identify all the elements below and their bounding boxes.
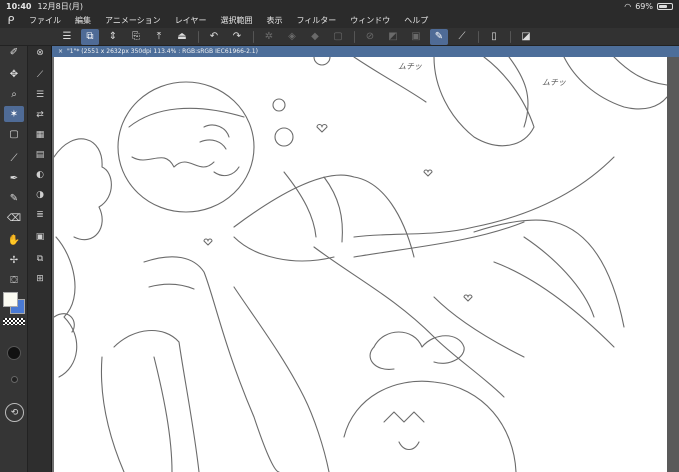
- status-right: ◠ 69%: [624, 2, 673, 11]
- menu-window[interactable]: ウィンドウ: [343, 15, 397, 26]
- smartphone-icon[interactable]: ▯: [485, 29, 503, 45]
- wifi-icon: ◠: [624, 1, 632, 11]
- fill-bucket-icon[interactable]: ⛋: [4, 272, 24, 288]
- hand-icon[interactable]: ✋: [4, 232, 24, 248]
- brush-size-large[interactable]: [7, 346, 21, 360]
- zoom-icon[interactable]: ⌕: [4, 86, 24, 102]
- menu-edit[interactable]: 編集: [68, 15, 98, 26]
- invert-selection-icon[interactable]: ◩: [384, 29, 402, 45]
- auto-select-icon[interactable]: ✶: [4, 106, 24, 122]
- menu-selection[interactable]: 選択範囲: [213, 15, 259, 26]
- undo-icon[interactable]: ↶: [205, 29, 223, 45]
- pen-settings-icon[interactable]: ✎: [430, 28, 448, 45]
- eyedropper-icon[interactable]: ⟋: [4, 150, 24, 166]
- brush-size-small[interactable]: [11, 376, 18, 383]
- clear-icon[interactable]: ✲: [260, 29, 278, 45]
- divider: [354, 30, 355, 43]
- pen-icon[interactable]: ✒: [4, 170, 24, 186]
- menu-view[interactable]: 表示: [259, 15, 289, 26]
- tool-property-icon[interactable]: ☰: [32, 88, 48, 102]
- divider: [253, 30, 254, 43]
- sketch-note: ムチッ: [398, 62, 422, 71]
- spinner-icon[interactable]: ⇕: [104, 29, 122, 45]
- select-draw-icon[interactable]: ▣: [407, 29, 425, 45]
- layer-property-icon[interactable]: ⧉: [81, 28, 99, 45]
- save-icon[interactable]: ⏏: [173, 29, 191, 45]
- new-document-icon[interactable]: ⎘: [127, 29, 145, 45]
- deselect-icon[interactable]: ⊘: [361, 29, 379, 45]
- menu-bar: ᑭ ファイル 編集 アニメーション レイヤー 選択範囲 表示 フィルター ウィン…: [0, 12, 679, 28]
- pencil-icon[interactable]: ✐: [4, 44, 24, 60]
- navigator-icon[interactable]: ▣: [32, 230, 48, 244]
- fill-icon[interactable]: ◈: [283, 29, 301, 45]
- menu-filter[interactable]: フィルター: [289, 15, 343, 26]
- document-tab[interactable]: × "1"* (2551 x 2632px 350dpi 113.4% : RG…: [52, 46, 679, 57]
- divider: [510, 30, 511, 43]
- command-bar: ☰ ⧉ ⇕ ⎘ ⤒ ⏏ ↶ ↷ ✲ ◈ ◆ ▢ ⊘ ◩ ▣ ✎ ⟋ ▯ ◪: [0, 28, 679, 46]
- transparent-color-swatch[interactable]: [3, 318, 25, 325]
- menu-animation[interactable]: アニメーション: [98, 15, 168, 26]
- divider: [198, 30, 199, 43]
- intermediate-color-icon[interactable]: ◐: [32, 168, 48, 182]
- close-palette-icon[interactable]: ⊗: [32, 46, 48, 60]
- color-history-icon[interactable]: ≣: [32, 208, 48, 222]
- vertical-scrollbar[interactable]: [667, 57, 679, 472]
- sketch-note: ムチッ: [542, 78, 566, 87]
- date: 12月8日(月): [37, 1, 83, 11]
- close-tab-icon[interactable]: ×: [58, 48, 63, 55]
- approximate-color-icon[interactable]: ◑: [32, 188, 48, 202]
- fit-screen-icon[interactable]: ◪: [517, 29, 535, 45]
- document-title: "1"* (2551 x 2632px 350dpi 113.4% : RGB:…: [67, 48, 258, 55]
- modifier-key-icon[interactable]: ⟲: [5, 403, 24, 422]
- layer-property-palette-icon[interactable]: ⊞: [32, 272, 48, 286]
- battery-percent: 69%: [635, 1, 653, 11]
- eraser-icon[interactable]: ⌫: [4, 210, 24, 226]
- transform-icon[interactable]: ◆: [306, 29, 324, 45]
- main-color-swatch[interactable]: [3, 292, 18, 307]
- move-icon[interactable]: ✥: [4, 66, 24, 82]
- canvas[interactable]: ムチッ ムチッ: [54, 57, 667, 472]
- selection-icon[interactable]: ▢: [4, 126, 24, 142]
- palette-bar: ⊗ ⟋ ☰ ⇄ ▦ ▤ ◐ ◑ ≣ ▣ ⧉ ⊞: [28, 46, 52, 472]
- figure-icon[interactable]: ✢: [4, 252, 24, 268]
- menu-file[interactable]: ファイル: [22, 15, 68, 26]
- menu-layer[interactable]: レイヤー: [168, 15, 214, 26]
- ruler-icon[interactable]: ⟋: [453, 29, 471, 45]
- open-file-icon[interactable]: ⤒: [150, 29, 168, 45]
- tool-palette: ✐ ✥ ⌕ ✶ ▢ ⟋ ✒ ✎ ⌫ ✋ ✢ ⛋ ⟲: [0, 46, 28, 472]
- redo-icon[interactable]: ↷: [228, 29, 246, 45]
- divider: [478, 30, 479, 43]
- color-circle-icon[interactable]: ▦: [32, 128, 48, 142]
- brush-size-palette-icon[interactable]: ⇄: [32, 108, 48, 122]
- sketch-drawing: [54, 57, 667, 472]
- canvas-area: × "1"* (2551 x 2632px 350dpi 113.4% : RG…: [52, 46, 679, 472]
- crop-icon[interactable]: ▢: [329, 29, 347, 45]
- layer-palette-icon[interactable]: ⧉: [32, 252, 48, 266]
- menu-help[interactable]: ヘルプ: [397, 15, 435, 26]
- menu-icon[interactable]: ☰: [58, 29, 76, 45]
- clip-studio-logo-icon[interactable]: ᑭ: [0, 14, 22, 27]
- sub-tool-icon[interactable]: ⟋: [32, 68, 48, 82]
- status-bar: 10:40 12月8日(月) ◠ 69%: [0, 0, 679, 12]
- brush-icon[interactable]: ✎: [4, 190, 24, 206]
- color-set-icon[interactable]: ▤: [32, 148, 48, 162]
- battery-icon: [657, 2, 673, 10]
- clock: 10:40: [6, 1, 32, 11]
